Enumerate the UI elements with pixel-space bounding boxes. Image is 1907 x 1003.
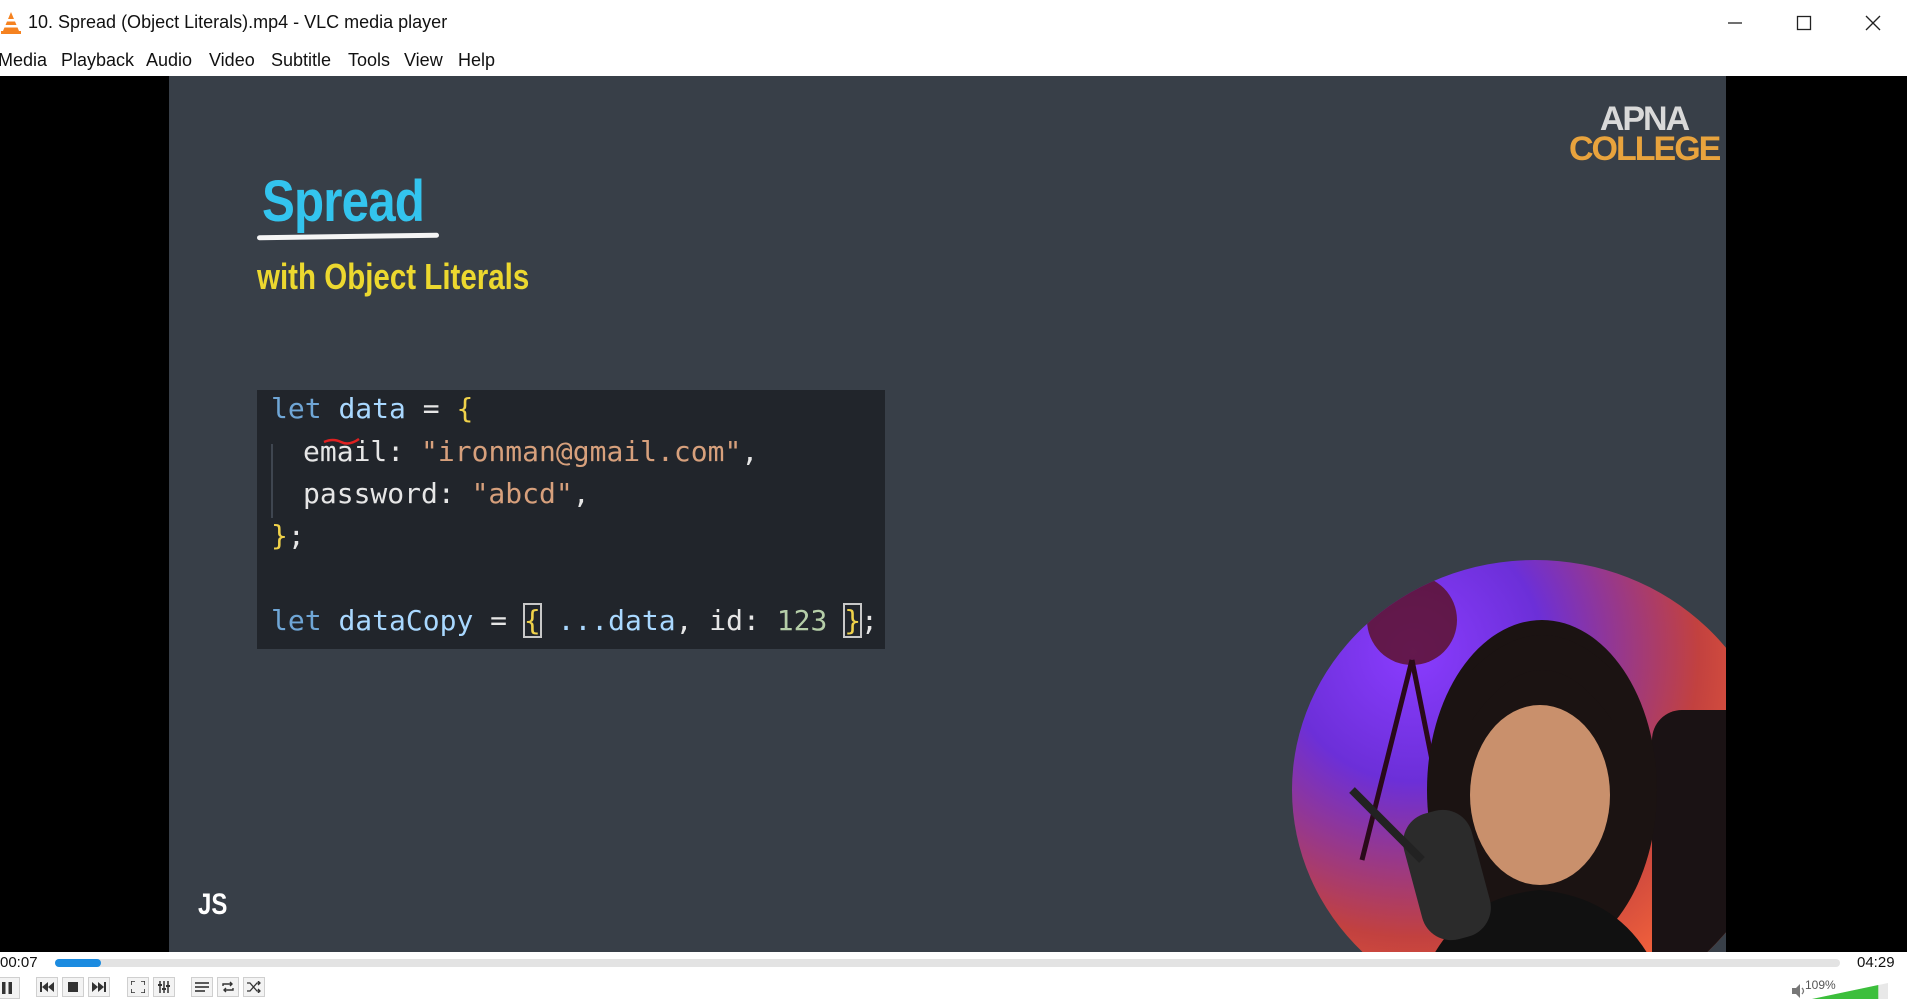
code-line-1: let data = {: [271, 392, 474, 425]
close-button[interactable]: [1838, 0, 1907, 46]
apna-college-logo: APNA COLLEGE: [1569, 100, 1721, 168]
code-line-3: password: "abcd",: [303, 477, 590, 510]
stop-button[interactable]: [62, 977, 84, 997]
title-bar: 10. Spread (Object Literals).mp4 - VLC m…: [0, 0, 1907, 46]
maximize-button[interactable]: [1769, 0, 1839, 46]
speaker-icon[interactable]: [1792, 984, 1806, 1003]
js-tag: JS: [198, 888, 228, 921]
indent-guide: [271, 444, 273, 518]
next-button[interactable]: [88, 977, 110, 997]
menu-media[interactable]: Media: [0, 50, 47, 71]
presenter-webcam: [1292, 560, 1726, 952]
previous-button[interactable]: [36, 977, 58, 997]
menu-audio[interactable]: Audio: [146, 50, 192, 71]
code-line-6: let dataCopy = { ...data, id: 123 };: [271, 603, 878, 638]
vlc-cone-icon: [0, 11, 22, 35]
pause-button[interactable]: [0, 977, 20, 999]
loop-button[interactable]: [217, 977, 239, 997]
menu-tools[interactable]: Tools: [348, 50, 390, 71]
playlist-button[interactable]: [191, 977, 213, 997]
slide-heading: Spread: [262, 169, 425, 234]
slide-subheading: with Object Literals: [257, 256, 530, 297]
window-title: 10. Spread (Object Literals).mp4 - VLC m…: [28, 12, 448, 32]
control-bar: 109%: [0, 974, 1907, 1001]
volume-slider[interactable]: [1812, 983, 1888, 999]
shuffle-button[interactable]: [243, 977, 265, 997]
menu-video[interactable]: Video: [209, 50, 255, 71]
extended-settings-button[interactable]: [153, 977, 175, 997]
fullscreen-button[interactable]: [127, 977, 149, 997]
minimize-button[interactable]: [1700, 0, 1770, 46]
menu-help[interactable]: Help: [458, 50, 495, 71]
video-frame-slide: APNA COLLEGE Spread with Object Literals…: [169, 76, 1726, 952]
elapsed-time: 00:07: [0, 954, 38, 971]
code-line-2: email: "ironman@gmail.com",: [303, 435, 759, 468]
menu-subtitle[interactable]: Subtitle: [271, 50, 331, 71]
code-line-4: };: [271, 519, 305, 552]
menu-bar: Media Playback Audio Video Subtitle Tool…: [0, 46, 1907, 76]
seek-row: 00:07 04:29: [0, 952, 1907, 974]
seek-bar[interactable]: [55, 959, 1840, 967]
seek-progress: [55, 959, 102, 967]
menu-playback[interactable]: Playback: [61, 50, 134, 71]
total-time: 04:29: [1857, 954, 1895, 971]
video-area[interactable]: APNA COLLEGE Spread with Object Literals…: [0, 76, 1907, 952]
menu-view[interactable]: View: [404, 50, 443, 71]
code-block: let data = { email: "ironman@gmail.com",…: [257, 390, 885, 649]
